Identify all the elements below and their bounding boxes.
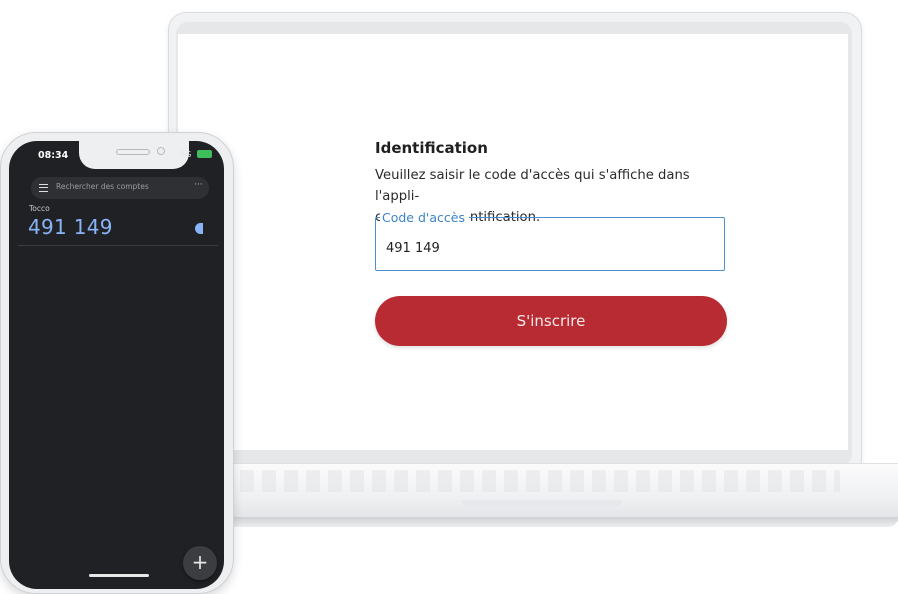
trackpad-notch: [462, 500, 622, 506]
more-icon[interactable]: ···: [194, 180, 203, 190]
phone-screen: 08:34 5G Rechercher des comptes ··· Tocc…: [9, 141, 224, 589]
battery-icon: [197, 150, 212, 158]
speaker-icon: [116, 149, 150, 155]
row-divider: [18, 245, 218, 246]
code-field-label: Code d'accès: [380, 210, 469, 226]
add-icon: +: [191, 550, 209, 574]
home-indicator: [89, 574, 149, 577]
search-bar[interactable]: Rechercher des comptes ···: [31, 177, 209, 199]
submit-button[interactable]: S'inscrire: [375, 296, 727, 346]
laptop-foot: [215, 517, 898, 527]
menu-icon[interactable]: [39, 184, 48, 192]
phone-notch: [79, 141, 189, 169]
keyboard: [240, 470, 840, 492]
search-placeholder: Rechercher des comptes: [56, 182, 149, 191]
code-input[interactable]: [386, 238, 706, 258]
account-name: Tocco: [29, 204, 50, 213]
camera-icon: [157, 147, 165, 155]
network-indicator: 5G: [180, 150, 192, 159]
timer-icon: [195, 223, 203, 234]
status-time: 08:34: [38, 150, 69, 161]
otp-code[interactable]: 491 149: [28, 215, 113, 239]
description-line-1: Veuillez saisir le code d'accès qui s'af…: [375, 168, 690, 204]
add-account-button[interactable]: +: [183, 546, 217, 580]
page-title: Identification: [375, 139, 488, 157]
